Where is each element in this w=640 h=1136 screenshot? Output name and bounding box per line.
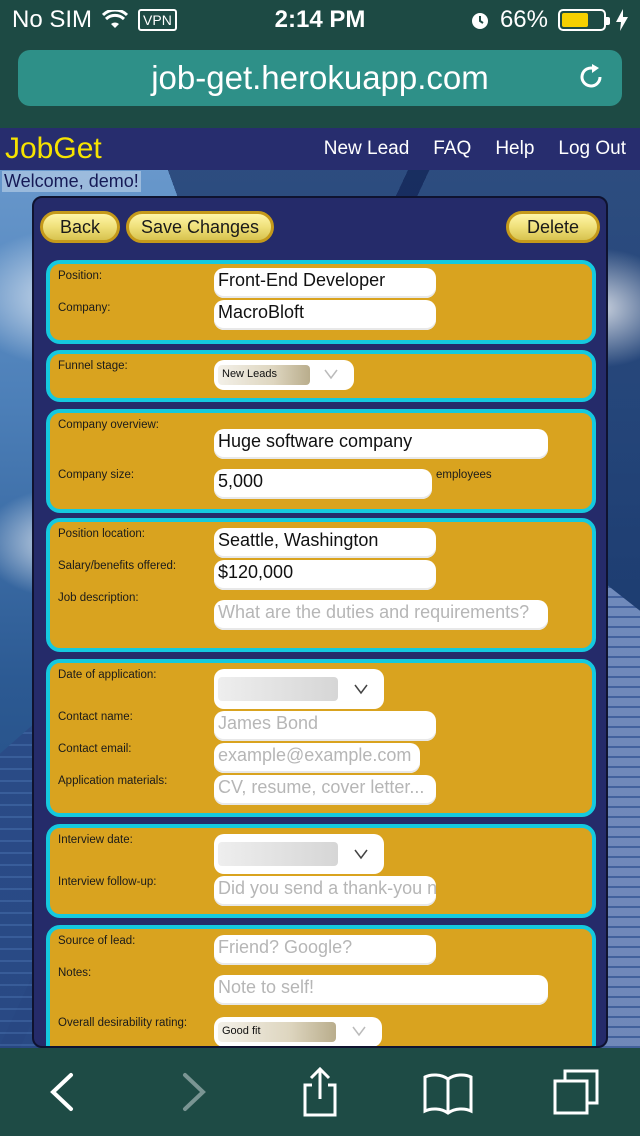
back-button[interactable]: Back (40, 211, 120, 243)
rating-select[interactable]: Good fit (214, 1017, 382, 1046)
chevron-down-icon (354, 849, 368, 860)
card-details: Position location: Seattle, Washington S… (46, 518, 596, 652)
chevron-down-icon (324, 369, 338, 380)
site-header: JobGet New Lead FAQ Help Log Out (0, 128, 640, 170)
interview-date-label: Interview date: (58, 834, 133, 846)
contact-email-label: Contact email: (58, 743, 132, 755)
browser-address-area: job-get.herokuapp.com (0, 40, 640, 128)
company-size-input[interactable]: 5,000 (214, 469, 432, 499)
back-arrow-icon[interactable] (39, 1067, 89, 1117)
card-application: Date of application: Contact name: James… (46, 659, 596, 817)
site-logo[interactable]: JobGet (5, 132, 102, 166)
chevron-down-icon (354, 684, 368, 695)
company-overview-input[interactable]: Huge software company (214, 429, 548, 459)
save-changes-button[interactable]: Save Changes (126, 211, 274, 243)
nav-log-out[interactable]: Log Out (558, 138, 626, 160)
lead-edit-panel: Back Save Changes Delete Position: Front… (32, 196, 608, 1048)
vpn-badge: VPN (138, 9, 177, 31)
salary-label: Salary/benefits offered: (58, 560, 177, 572)
job-description-input[interactable]: What are the duties and requirements? (214, 600, 548, 630)
battery-icon (558, 9, 610, 31)
source-input[interactable]: Friend? Google? (214, 935, 436, 965)
card-notes: Source of lead: Friend? Google? Notes: N… (46, 925, 596, 1046)
welcome-message: Welcome, demo! (2, 171, 141, 192)
card-interview: Interview date: Interview follow-up: Did… (46, 824, 596, 918)
carrier-label: No SIM (12, 6, 93, 33)
nav-faq[interactable]: FAQ (433, 138, 471, 160)
card-position: Position: Front-End Developer Company: M… (46, 260, 596, 344)
materials-input[interactable]: CV, resume, cover letter... (214, 775, 436, 805)
position-label: Position: (58, 270, 103, 282)
company-size-label: Company size: (58, 469, 135, 481)
url-text: job-get.herokuapp.com (151, 59, 489, 96)
alarm-icon (471, 13, 488, 29)
nav-links: New Lead FAQ Help Log Out (324, 138, 626, 160)
share-icon[interactable] (295, 1067, 345, 1117)
application-date-value (218, 677, 338, 701)
status-bar: No SIM VPN 2:14 PM 66% (0, 0, 640, 40)
rating-label: Overall desirability rating: (58, 1017, 188, 1029)
source-label: Source of lead: (58, 935, 136, 947)
interview-followup-input[interactable]: Did you send a thank-you no (214, 876, 436, 906)
interview-date-select[interactable] (214, 834, 384, 874)
company-label: Company: (58, 302, 111, 314)
address-bar[interactable]: job-get.herokuapp.com (18, 50, 622, 106)
battery-percent: 66% (499, 6, 548, 33)
company-overview-label: Company overview: (58, 419, 159, 431)
wifi-icon (102, 10, 129, 28)
chevron-down-icon (352, 1026, 366, 1037)
contact-name-label: Contact name: (58, 711, 133, 723)
delete-button[interactable]: Delete (506, 211, 600, 243)
funnel-stage-select[interactable]: New Leads (214, 360, 354, 390)
browser-toolbar (0, 1048, 640, 1136)
reload-icon[interactable] (576, 62, 606, 92)
employees-unit: employees (436, 469, 492, 481)
position-input[interactable]: Front-End Developer (214, 268, 436, 298)
interview-followup-label: Interview follow-up: (58, 876, 157, 888)
application-date-label: Date of application: (58, 669, 157, 681)
tabs-icon[interactable] (551, 1067, 601, 1117)
interview-date-value (218, 842, 338, 866)
salary-input[interactable]: $120,000 (214, 560, 436, 590)
materials-label: Application materials: (58, 775, 168, 787)
nav-new-lead[interactable]: New Lead (324, 138, 410, 160)
funnel-stage-value: New Leads (218, 365, 310, 385)
application-date-select[interactable] (214, 669, 384, 709)
card-company: Company overview: Huge software company … (46, 409, 596, 513)
bookmarks-icon[interactable] (423, 1067, 473, 1117)
charging-icon (616, 9, 628, 31)
position-location-label: Position location: (58, 528, 145, 540)
company-input[interactable]: MacroBloft (214, 300, 436, 330)
notes-label: Notes: (58, 967, 92, 979)
rating-value: Good fit (218, 1022, 336, 1042)
contact-email-input[interactable]: example@example.com (214, 743, 420, 773)
contact-name-input[interactable]: James Bond (214, 711, 436, 741)
forward-arrow-icon[interactable] (167, 1067, 217, 1117)
nav-help[interactable]: Help (495, 138, 534, 160)
position-location-input[interactable]: Seattle, Washington (214, 528, 436, 558)
funnel-stage-label: Funnel stage: (58, 360, 128, 372)
job-description-label: Job description: (58, 592, 139, 604)
card-funnel: Funnel stage: New Leads (46, 350, 596, 402)
notes-input[interactable]: Note to self! (214, 975, 548, 1005)
